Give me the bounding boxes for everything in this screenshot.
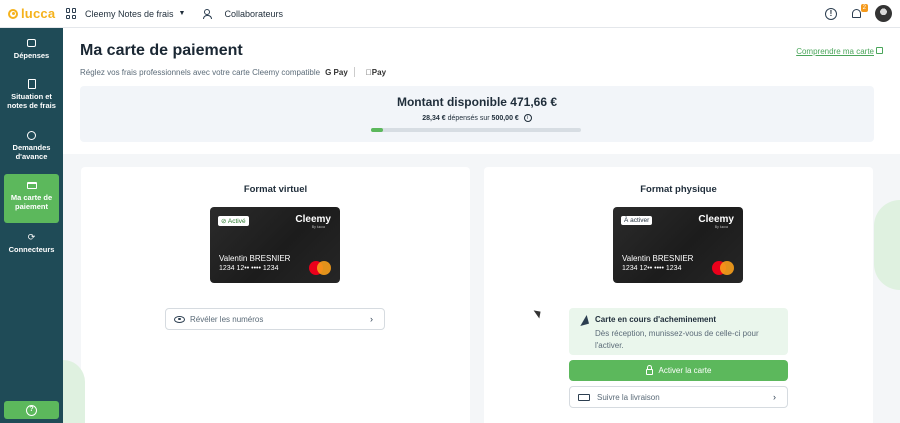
people-icon bbox=[203, 8, 217, 19]
spent-summary: 28,34 € dépensés sur 500,00 € i bbox=[80, 114, 874, 122]
spent-middle: dépensés sur bbox=[447, 114, 490, 122]
truck-icon bbox=[578, 393, 590, 401]
decorative-shape bbox=[63, 360, 85, 423]
eye-icon bbox=[174, 315, 185, 323]
top-right-actions: ! 2 bbox=[825, 3, 892, 22]
money-bag-icon bbox=[27, 130, 37, 140]
sidebar-item-label: Situation et notes de frais bbox=[7, 92, 56, 110]
balance-panel: Montant disponible 471,66 € 28,34 € dépe… bbox=[80, 86, 874, 142]
sidebar-item-carte[interactable]: Ma carte de paiement bbox=[4, 174, 59, 223]
chevron-down-icon: ▼ bbox=[178, 10, 186, 17]
card-brand-sub: By lucca bbox=[714, 225, 728, 229]
nav-collaborateurs[interactable]: Collaborateurs bbox=[203, 8, 284, 19]
notification-badge: 2 bbox=[860, 3, 868, 12]
sidebar-item-label: Ma carte de paiement bbox=[10, 193, 53, 211]
info-icon[interactable]: ! bbox=[825, 7, 837, 20]
mastercard-logo-icon bbox=[712, 261, 734, 275]
physical-card: À activer Cleemy By lucca Valentin BRESN… bbox=[613, 207, 743, 283]
spend-progress-bar bbox=[371, 128, 581, 132]
card-icon bbox=[26, 180, 37, 190]
page-header: Ma carte de paiement Réglez vos frais pr… bbox=[63, 28, 900, 154]
page-title: Ma carte de paiement bbox=[80, 42, 243, 59]
activate-card-button[interactable]: Activer la carte bbox=[569, 360, 788, 381]
spent-amount: 28,34 € bbox=[422, 114, 446, 122]
pay-divider bbox=[353, 67, 355, 77]
card-number: 1234 12•• •••• 1234 bbox=[622, 265, 682, 272]
app-switcher[interactable]: Cleemy Notes de frais ▼ bbox=[66, 8, 185, 19]
lucca-logo[interactable]: lucca bbox=[8, 6, 60, 21]
chevron-right-icon: › bbox=[370, 314, 373, 324]
document-icon bbox=[27, 79, 37, 89]
spend-progress-fill bbox=[371, 128, 383, 132]
sidebar-item-label: Demandes d'avance bbox=[12, 143, 51, 161]
sidebar: Dépenses Situation et notes de frais Dem… bbox=[0, 28, 63, 423]
info-icon[interactable]: i bbox=[523, 114, 532, 122]
sidebar-item-label: Connecteurs bbox=[8, 245, 55, 254]
sidebar-item-avances[interactable]: Demandes d'avance bbox=[4, 130, 59, 166]
apps-grid-icon bbox=[66, 8, 77, 19]
status-badge: ⊘ Activé bbox=[218, 216, 249, 226]
virtual-card-panel: Format virtuel ⊘ Activé Cleemy By lucca … bbox=[81, 167, 470, 423]
card-holder: Valentin BRESNIER bbox=[622, 254, 694, 263]
sync-icon: ⟳ bbox=[27, 231, 36, 242]
top-bar: lucca Cleemy Notes de frais ▼ Collaborat… bbox=[0, 0, 900, 28]
virtual-card: ⊘ Activé Cleemy By lucca Valentin BRESNI… bbox=[210, 207, 340, 283]
virtual-card-title: Format virtuel bbox=[243, 184, 308, 195]
lucca-logo-icon bbox=[8, 8, 18, 19]
notifications-bell-icon[interactable]: 2 bbox=[851, 3, 868, 20]
physical-card-panel: Format physique À activer Cleemy By lucc… bbox=[484, 167, 873, 423]
track-delivery-button[interactable]: Suivre la livraison › bbox=[569, 386, 788, 408]
understand-card-link[interactable]: Comprendre ma carte bbox=[796, 47, 874, 56]
question-icon: ? bbox=[26, 404, 37, 416]
shipping-notice: Carte en cours d'acheminement Dès récept… bbox=[569, 308, 788, 355]
reveal-numbers-label: Révéler les numéros bbox=[190, 314, 264, 324]
status-badge-label: Activé bbox=[227, 218, 246, 225]
card-holder: Valentin BRESNIER bbox=[219, 254, 291, 263]
external-link-icon bbox=[876, 47, 883, 54]
chevron-right-icon: › bbox=[773, 392, 776, 402]
logo-text: lucca bbox=[21, 6, 56, 21]
notice-title: Carte en cours d'acheminement bbox=[595, 315, 717, 324]
help-button[interactable]: ? bbox=[4, 401, 59, 419]
notice-text: Dès réception, munissez-vous de celle-ci… bbox=[595, 329, 759, 350]
apple-pay-logo: Pay bbox=[366, 68, 386, 77]
wallet-icon bbox=[27, 38, 37, 48]
card-brand: Cleemy bbox=[698, 214, 734, 225]
sidebar-item-label: Dépenses bbox=[13, 51, 50, 60]
sidebar-item-depenses[interactable]: Dépenses bbox=[4, 38, 59, 68]
spent-limit: 500,00 € bbox=[491, 114, 519, 122]
bell-body bbox=[852, 8, 861, 18]
reveal-numbers-button[interactable]: Révéler les numéros › bbox=[165, 308, 385, 330]
card-brand-sub: By lucca bbox=[311, 225, 325, 229]
activate-card-label: Activer la carte bbox=[658, 366, 712, 375]
available-amount: Montant disponible 471,66 € bbox=[396, 95, 558, 109]
lock-icon bbox=[645, 364, 653, 375]
card-number: 1234 12•• •••• 1234 bbox=[219, 265, 279, 272]
decorative-shape bbox=[874, 200, 900, 290]
apple-pay-text: Pay bbox=[365, 67, 386, 77]
card-brand: Cleemy bbox=[295, 214, 331, 225]
mastercard-logo-icon bbox=[309, 261, 331, 275]
track-delivery-label: Suivre la livraison bbox=[597, 392, 660, 402]
avatar[interactable] bbox=[875, 5, 892, 22]
physical-card-title: Format physique bbox=[640, 184, 717, 195]
paper-plane-icon bbox=[577, 314, 590, 327]
sidebar-item-connecteurs[interactable]: ⟳ Connecteurs bbox=[4, 232, 59, 258]
nav-collaborateurs-label: Collaborateurs bbox=[224, 8, 284, 19]
subtitle-text: Réglez vos frais professionnels avec vot… bbox=[80, 67, 321, 77]
google-pay-logo: G Pay bbox=[325, 67, 348, 77]
status-badge: À activer bbox=[621, 216, 653, 225]
app-name: Cleemy Notes de frais bbox=[85, 8, 174, 19]
sidebar-item-situation[interactable]: Situation et notes de frais bbox=[4, 79, 59, 115]
page-subtitle: Réglez vos frais professionnels avec vot… bbox=[80, 67, 386, 77]
